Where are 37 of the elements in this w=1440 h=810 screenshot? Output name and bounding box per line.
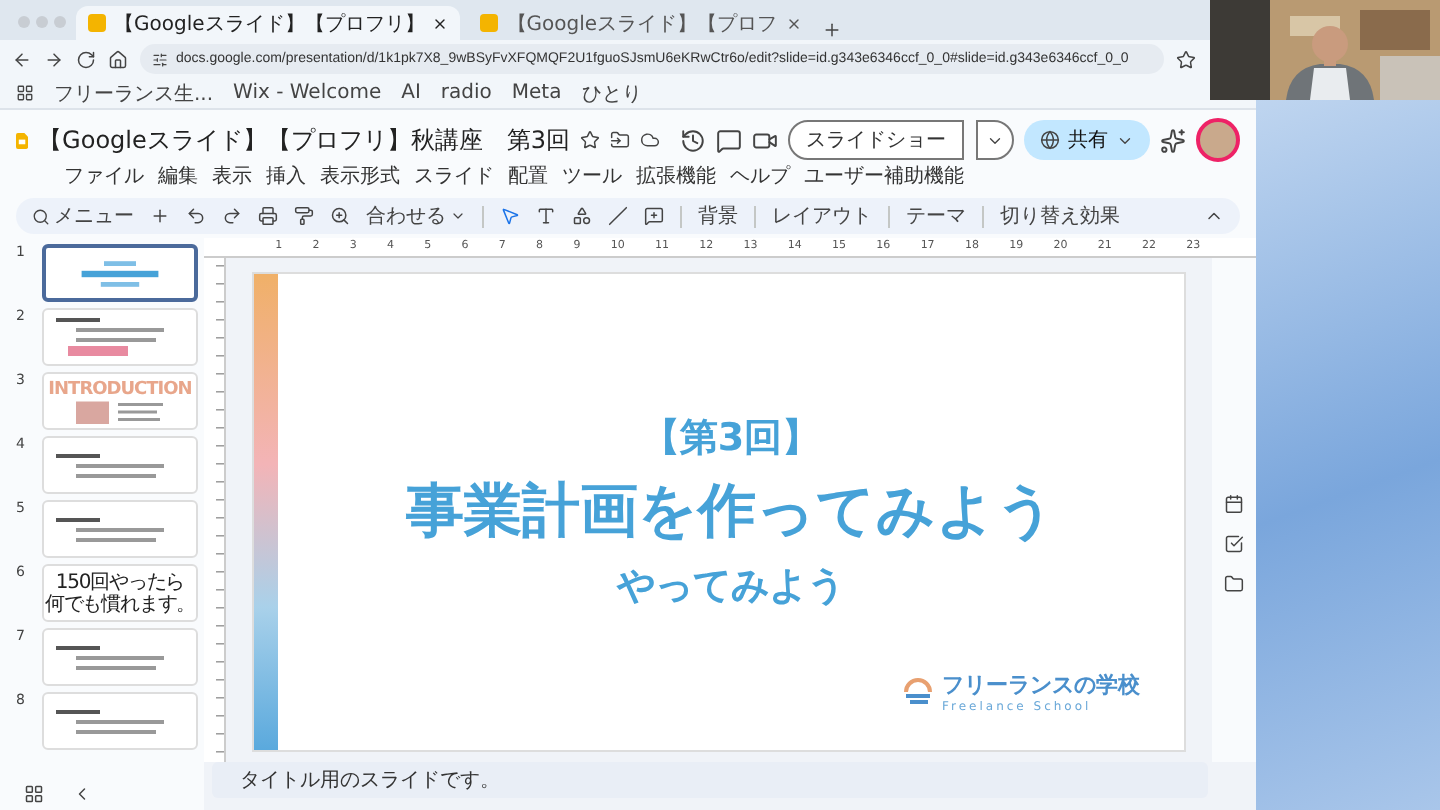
browser-tab[interactable]: 【Googleスライド】【プロフ [468, 6, 814, 40]
bookmark-link[interactable]: ひとり [581, 79, 642, 107]
menu-item[interactable]: スライド [414, 162, 494, 190]
toolbar-button[interactable]: テーマ [906, 202, 966, 230]
logo-text: フリーランスの学校 [942, 670, 1140, 700]
toolbar-button[interactable]: レイアウト [772, 202, 872, 230]
bookmark-link[interactable]: Wix - Welcome [233, 82, 382, 104]
slide-thumbnail[interactable]: 150回やったら 何でも慣れます。 [42, 564, 198, 622]
menu-item[interactable]: 配置 [508, 162, 548, 190]
slideshow-button[interactable]: スライドショー [788, 120, 964, 160]
bookmark-link[interactable]: フリーランス生... [54, 79, 214, 107]
menu-item[interactable]: 拡張機能 [636, 162, 716, 190]
menu-item[interactable]: ファイル [64, 162, 144, 190]
slide-subtitle: やってみよう [617, 562, 845, 612]
menu-item[interactable]: 表示形式 [320, 162, 400, 190]
toolbar-button[interactable]: 切り替え効果 [1000, 202, 1120, 230]
slide-title: 事業計画を作ってみよう [406, 474, 1056, 548]
bookmark-link[interactable]: AI [401, 82, 421, 104]
thumbnail-text: 150回やったら [55, 571, 185, 593]
zoom-dropdown[interactable]: 合わせる [366, 202, 466, 230]
menu-item[interactable]: ツール [562, 162, 622, 190]
menu-item[interactable]: ヘルプ [730, 162, 790, 190]
document-title[interactable]: 【Googleスライド】【プロフリ】秋講座 第3回 [38, 123, 570, 157]
menu-item[interactable]: ユーザー補助機能 [804, 162, 964, 190]
bookmark-link[interactable]: Meta [511, 82, 562, 104]
session-label: 【第3回】 [641, 414, 821, 464]
menu-item[interactable]: 挿入 [266, 162, 306, 190]
thumbnail-text: 何でも慣れます。 [44, 593, 196, 615]
bookmark-link[interactable]: radio [440, 82, 492, 104]
toolbar-button[interactable]: 背景 [698, 202, 738, 230]
speaker-notes-field[interactable]: タイトル用のスライドです。 [212, 762, 1208, 798]
share-button[interactable]: 共有 [1024, 120, 1150, 160]
menu-item[interactable]: 編集 [158, 162, 198, 190]
menu-search-button[interactable]: メニュー [32, 202, 134, 230]
menu-item[interactable]: 表示 [212, 162, 252, 190]
browser-tab[interactable]: 【Googleスライド】【プロフリ】 [76, 6, 461, 40]
thumbnail-text: INTRODUCTION [48, 379, 192, 399]
